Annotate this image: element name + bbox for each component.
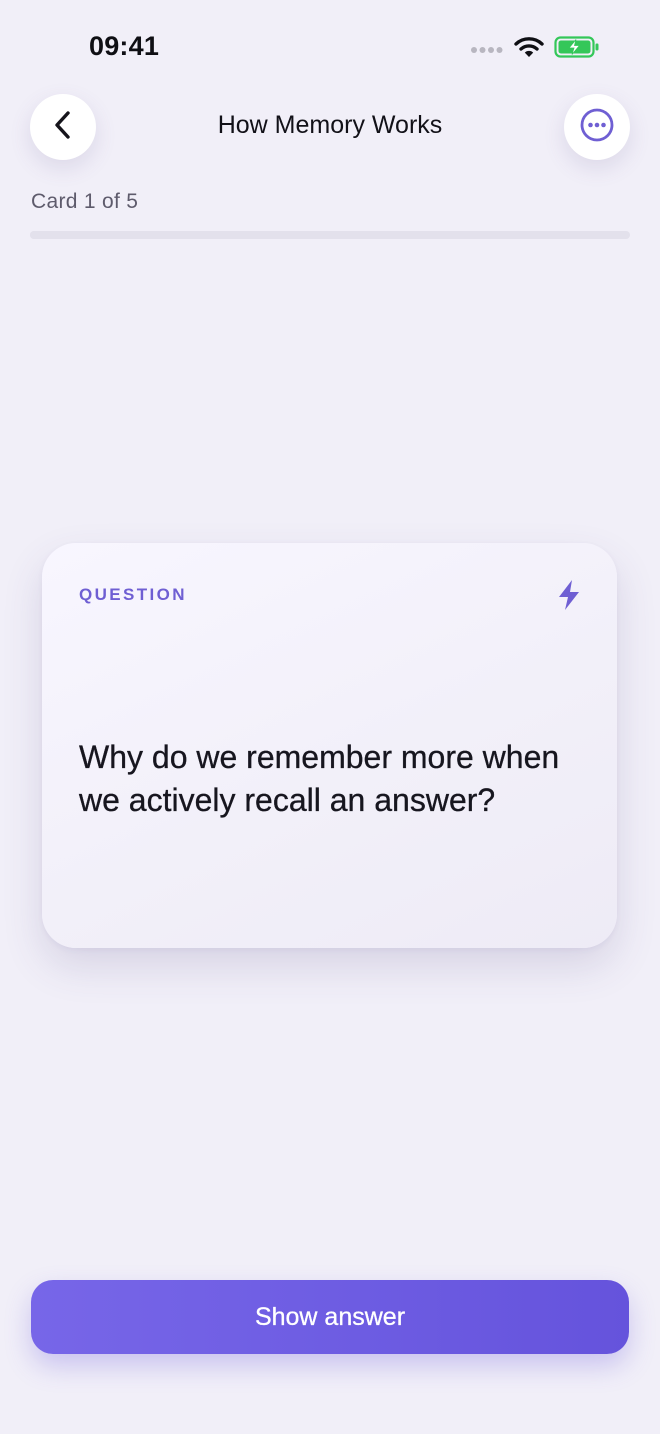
flashcard[interactable]: QUESTION Why do we remember more when we…: [42, 543, 617, 948]
progress-bar: [30, 231, 630, 239]
status-time: 09:41: [89, 31, 160, 61]
status-bar: 09:41: [0, 0, 660, 96]
progress-fill: [30, 231, 150, 239]
battery-charging-icon: [554, 36, 600, 63]
page-title: How Memory Works: [217, 111, 443, 139]
more-options-button[interactable]: [564, 94, 630, 160]
card-question: Why do we remember more when we actively…: [79, 739, 560, 818]
chevron-left-icon: [52, 110, 74, 145]
progress-label: Card 1 of 5: [31, 190, 139, 213]
more-horizontal-icon: [579, 107, 615, 148]
back-button[interactable]: [30, 94, 96, 160]
signal-dots-icon: [470, 41, 504, 59]
header: How Memory Works: [0, 94, 660, 160]
status-icons: [470, 36, 600, 63]
show-answer-button[interactable]: Show answer: [31, 1280, 629, 1354]
card-type-label: QUESTION: [79, 585, 187, 604]
lightning-bolt-icon: [556, 579, 582, 616]
wifi-icon: [514, 36, 544, 63]
